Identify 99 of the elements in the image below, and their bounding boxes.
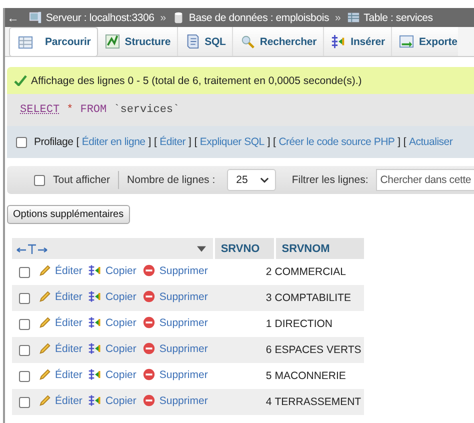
breadcrumb-separator: » xyxy=(335,12,341,24)
delete-icon xyxy=(142,290,156,303)
checkbox[interactable] xyxy=(19,266,30,278)
column-header[interactable]: SRVNOM xyxy=(274,238,364,259)
check-icon xyxy=(14,75,27,86)
bracket: [ xyxy=(273,136,276,148)
row-action-link[interactable]: Éditer xyxy=(38,368,82,381)
table-cell: DIRECTION xyxy=(274,311,364,337)
tab[interactable]: Insérer xyxy=(324,27,392,56)
bracket: ] xyxy=(398,136,400,148)
filter-label: Filtrer les lignes: xyxy=(292,174,368,186)
pencil-icon xyxy=(38,394,52,407)
query-link[interactable]: Éditer en ligne xyxy=(82,136,146,148)
checkbox[interactable] xyxy=(19,344,30,356)
insert-row-icon xyxy=(88,394,102,407)
bracket: [ xyxy=(76,136,79,148)
delete-icon xyxy=(142,342,156,355)
checkbox[interactable] xyxy=(19,370,30,382)
bracket: ] xyxy=(267,136,270,148)
checkbox[interactable] xyxy=(19,396,30,408)
query-link[interactable]: Actualiser xyxy=(409,136,453,148)
sql-keyword: FROM xyxy=(80,104,107,116)
bracket: [ xyxy=(154,136,157,148)
table-icon xyxy=(346,11,360,24)
row-action-link[interactable]: Supprimer xyxy=(142,316,208,329)
bracket: [ xyxy=(403,136,406,148)
insert-row-icon xyxy=(88,264,102,277)
chart-icon xyxy=(104,34,120,49)
pencil-icon xyxy=(38,316,52,329)
query-link[interactable]: Éditer xyxy=(160,136,186,148)
delete-icon xyxy=(142,264,156,277)
table-icon xyxy=(18,34,33,50)
message-text: Affichage des lignes 0 - 5 (total de 6, traitement en 0,0005 seconde(s).) xyxy=(31,74,362,86)
row-action-link[interactable]: Copier xyxy=(88,368,136,381)
table-cell: 2 xyxy=(214,259,275,285)
table-cell: COMPTABILITE xyxy=(274,285,364,311)
row-action-link[interactable]: Copier xyxy=(88,264,136,277)
column-resize-icon[interactable] xyxy=(14,242,50,254)
table-cell: 6 xyxy=(214,337,275,363)
column-header[interactable]: SRVNO xyxy=(214,238,275,259)
table-cell: 1 xyxy=(214,311,275,337)
breadcrumb-link[interactable]: Serveur : localhost:3306 xyxy=(46,12,154,24)
row-action-link[interactable]: Éditer xyxy=(38,316,82,329)
rows-select[interactable]: 25 xyxy=(227,169,276,191)
sort-triangle-icon[interactable] xyxy=(197,246,206,252)
filter-field[interactable]: Chercher dans cette xyxy=(376,169,474,191)
document-icon xyxy=(184,34,200,49)
profiling-label: Profilage xyxy=(34,136,74,148)
checkbox[interactable] xyxy=(19,292,30,304)
query-link[interactable]: Créer le code source PHP xyxy=(278,136,395,148)
delete-icon xyxy=(142,368,156,381)
checkbox[interactable] xyxy=(34,174,45,186)
table-cell: 3 xyxy=(214,285,275,311)
search-icon xyxy=(240,34,255,49)
delete-icon xyxy=(142,316,156,329)
chevron-icon xyxy=(260,177,269,183)
table-cell: MACONNERIE xyxy=(274,363,364,389)
breadcrumb-separator: » xyxy=(160,12,166,24)
delete-icon xyxy=(142,394,156,407)
insert-row-icon xyxy=(88,290,102,303)
row-action-link[interactable]: Copier xyxy=(88,316,136,329)
export-icon xyxy=(398,34,414,49)
insert-row-icon xyxy=(88,316,102,329)
checkbox[interactable] xyxy=(19,318,30,330)
pencil-icon xyxy=(38,264,52,277)
bracket: ] xyxy=(188,136,192,148)
table-cell: ESPACES VERTS xyxy=(274,337,364,363)
table-cell: TERRASSEMENT xyxy=(274,389,364,415)
pencil-icon xyxy=(38,290,52,303)
row-action-link[interactable]: Éditer xyxy=(38,264,82,277)
pencil-icon xyxy=(38,342,52,355)
sql-keyword-link[interactable]: SELECT xyxy=(20,104,60,116)
breadcrumb-link[interactable]: Base de données : emploisbois xyxy=(188,12,330,24)
tab[interactable]: SQL xyxy=(178,27,233,56)
tab[interactable]: Rechercher xyxy=(232,27,324,56)
back-arrow[interactable]: ← xyxy=(7,10,19,24)
options-button[interactable]: Options supplémentaires xyxy=(7,205,130,224)
tab[interactable]: Structure xyxy=(98,27,178,56)
bracket: [ xyxy=(194,136,197,148)
checkbox[interactable] xyxy=(16,136,27,148)
bracket: ] xyxy=(148,136,151,148)
row-action-link[interactable]: Supprimer xyxy=(142,264,208,277)
table-cell: 4 xyxy=(214,389,275,415)
sql-operator: * xyxy=(66,104,74,116)
rows-label: Nombre de lignes : xyxy=(127,174,216,186)
table-cell: 5 xyxy=(214,363,275,389)
sql-identifier: `services` xyxy=(114,104,180,116)
query-link[interactable]: Expliquer SQL xyxy=(200,136,264,148)
pencil-icon xyxy=(38,368,52,381)
insert-row-icon xyxy=(330,34,346,49)
tab[interactable]: Parcourir xyxy=(9,27,98,57)
table-cell: COMMERCIAL xyxy=(274,259,364,285)
breadcrumb-link[interactable]: Table : services xyxy=(364,12,433,24)
tab[interactable]: Exporte xyxy=(392,27,458,56)
insert-row-icon xyxy=(88,368,102,381)
show-all-label: Tout afficher xyxy=(53,174,110,186)
row-action-link[interactable]: Supprimer xyxy=(142,368,208,381)
insert-row-icon xyxy=(88,342,102,355)
server-icon xyxy=(28,11,42,24)
